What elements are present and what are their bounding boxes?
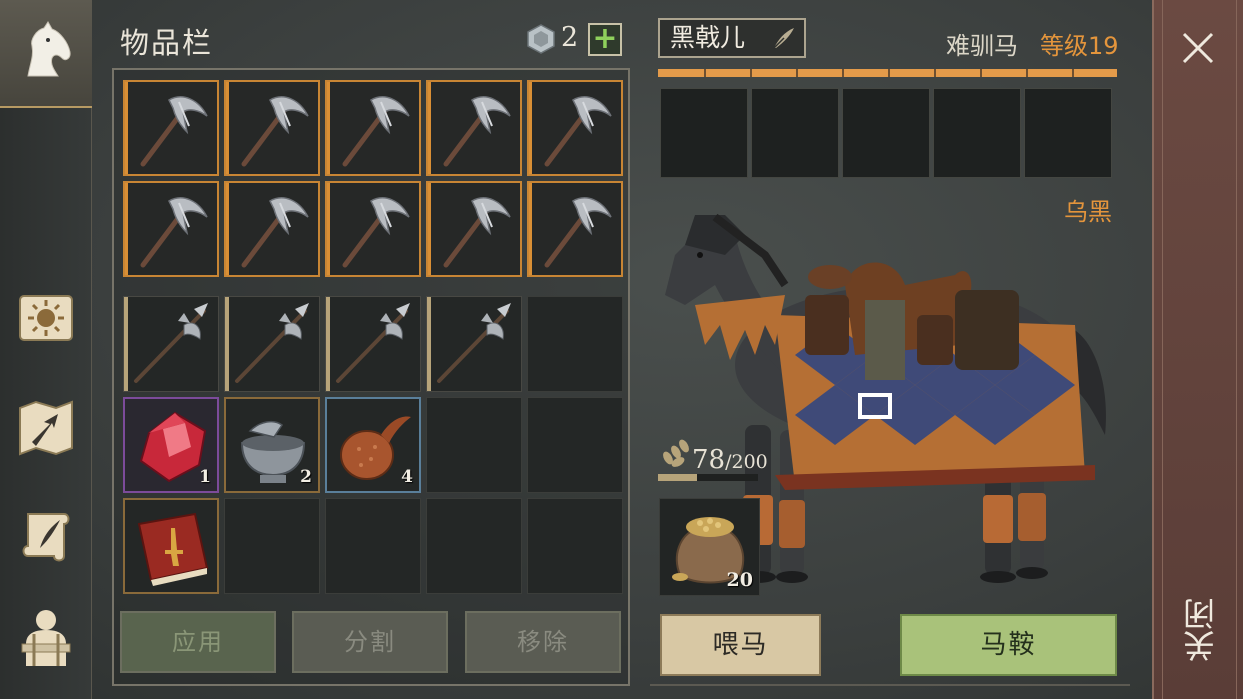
add-currency-button[interactable]: + [588, 23, 622, 56]
close-panel-inner [1162, 0, 1237, 699]
level-progress-bar [658, 69, 1117, 77]
saddle-button[interactable]: 马鞍 [900, 614, 1117, 676]
currency-count: 2 [561, 22, 579, 53]
inventory-slot-empty[interactable] [426, 397, 522, 493]
item-quantity: 1 [199, 467, 211, 487]
inventory-slot-pickaxe[interactable] [224, 80, 320, 176]
inventory-slot-halberd[interactable] [224, 296, 320, 392]
close-icon[interactable] [1178, 28, 1218, 68]
horse-equip-slot[interactable] [933, 88, 1021, 178]
item-quantity: 4 [401, 467, 413, 487]
apply-button[interactable]: 应用 [120, 611, 276, 673]
inventory-slot-halberd[interactable] [123, 296, 219, 392]
food-item-slot[interactable]: 20 [659, 498, 760, 596]
horse-equip-slot[interactable] [660, 88, 748, 178]
inventory-slot-empty[interactable] [527, 296, 623, 392]
remove-button[interactable]: 移除 [465, 611, 621, 673]
food-current: 78 [692, 445, 726, 475]
close-label[interactable]: 关闭 [1178, 598, 1220, 662]
horse-breed: 难驯马 [946, 32, 1018, 60]
game-screen: 物品栏 2 + 124 应用 分割 移除 黑戟儿 难驯马 等级19 乌黑 78 … [0, 0, 1243, 699]
horse-name-field[interactable]: 黑戟儿 [658, 18, 806, 58]
inventory-slot-empty[interactable] [325, 498, 421, 594]
map-arrow-icon[interactable] [10, 392, 82, 464]
inventory-slot-pickaxe[interactable] [527, 80, 623, 176]
inventory-slot-gourd-seed[interactable]: 4 [325, 397, 421, 493]
inventory-slot-halberd[interactable] [325, 296, 421, 392]
inventory-title: 物品栏 [120, 26, 214, 60]
feed-horse-button[interactable]: 喂马 [660, 614, 821, 676]
item-quantity: 2 [300, 467, 312, 487]
food-max: /200 [725, 451, 768, 473]
quest-scroll-icon[interactable] [10, 500, 82, 572]
gem-currency-icon [527, 24, 555, 54]
inventory-slot-pickaxe[interactable] [426, 181, 522, 277]
food-bar [658, 474, 758, 481]
inventory-slot-pickaxe[interactable] [527, 181, 623, 277]
horse-equip-slot[interactable] [751, 88, 839, 178]
inventory-slot-empty[interactable] [527, 498, 623, 594]
inventory-slot-empty[interactable] [426, 498, 522, 594]
horse-equip-slot[interactable] [842, 88, 930, 178]
inventory-slot-mortar-pestle[interactable]: 2 [224, 397, 320, 493]
inventory-slot-pickaxe[interactable] [325, 80, 421, 176]
wheat-icon [663, 439, 689, 467]
inventory-slot-pickaxe[interactable] [426, 80, 522, 176]
close-panel[interactable] [1152, 0, 1243, 699]
horse-equip-slot[interactable] [1024, 88, 1112, 178]
inventory-slot-empty[interactable] [224, 498, 320, 594]
inventory-slot-pickaxe[interactable] [123, 80, 219, 176]
inventory-slot-red-book[interactable] [123, 498, 219, 594]
horse-name: 黑戟儿 [670, 23, 746, 52]
inventory-slot-pickaxe[interactable] [325, 181, 421, 277]
inventory-slot-red-crystal[interactable]: 1 [123, 397, 219, 493]
split-button[interactable]: 分割 [292, 611, 448, 673]
inventory-slot-empty[interactable] [527, 397, 623, 493]
inventory-slot-halberd[interactable] [426, 296, 522, 392]
food-item-qty: 20 [726, 569, 753, 591]
sun-scroll-icon[interactable] [10, 282, 82, 354]
divider [650, 684, 1130, 686]
horse-tab-icon[interactable] [10, 16, 82, 88]
inventory-slot-pickaxe[interactable] [224, 181, 320, 277]
food-bar-fill [658, 474, 697, 481]
rename-quill-icon[interactable] [770, 24, 798, 52]
inventory-slot-pickaxe[interactable] [123, 181, 219, 277]
horse-food-stat: 78 /200 [658, 438, 768, 475]
left-nav [0, 0, 92, 699]
horse-level: 等级19 [1040, 32, 1119, 60]
backpack-character-icon[interactable] [10, 600, 82, 672]
